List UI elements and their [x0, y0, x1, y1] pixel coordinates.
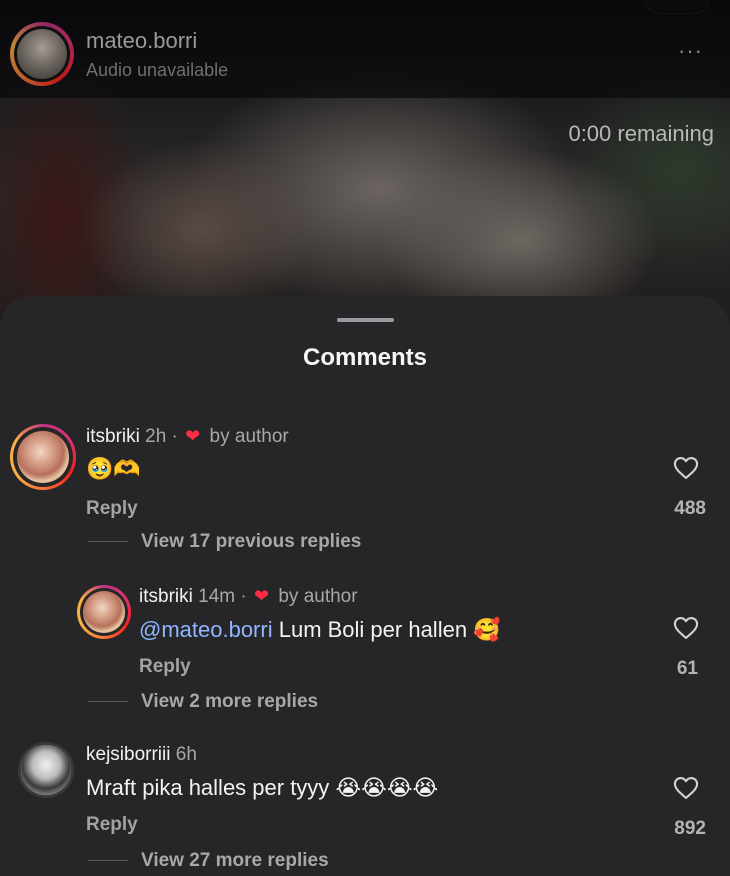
view-replies-button[interactable]: View 2 more replies	[141, 691, 318, 713]
heart-filled-icon: ❤	[253, 586, 270, 606]
comment-text: Mraft pika halles per tyyy 😭😭😭😭	[86, 775, 439, 801]
like-count: 892	[674, 818, 706, 839]
reply-button[interactable]: Reply	[86, 814, 138, 836]
more-icon[interactable]: ···	[678, 38, 703, 64]
comments-sheet: Comments itsbriki 2h · ❤ by author 🥹🫶 Re…	[0, 296, 730, 876]
by-author-badge: by author	[278, 586, 358, 607]
comment-time: 14m	[198, 586, 236, 607]
comment-text: @mateo.borri Lum Boli per hallen 🥰	[139, 617, 501, 643]
sheet-title: Comments	[302, 344, 428, 371]
author-username[interactable]: mateo.borri	[86, 28, 197, 54]
author-avatar[interactable]	[10, 22, 74, 86]
sheet-grabber[interactable]	[337, 318, 394, 322]
comment-meta: kejsiborriii 6h	[86, 744, 197, 766]
view-replies-button[interactable]: View 17 previous replies	[141, 531, 361, 553]
heart-outline-icon[interactable]	[672, 454, 700, 482]
meta-separator: ·	[171, 426, 178, 447]
mention-link[interactable]: @mateo.borri	[139, 617, 273, 642]
view-replies-button[interactable]: View 27 more replies	[141, 850, 329, 872]
like-count: 61	[676, 658, 698, 679]
audio-status[interactable]: Audio unavailable	[86, 60, 228, 81]
heart-filled-icon: ❤	[185, 426, 201, 446]
comment-username[interactable]: kejsiborriii	[86, 744, 170, 765]
heart-outline-icon[interactable]	[672, 774, 700, 802]
comment-text: 🥹🫶	[86, 457, 141, 482]
comment-time: 2h	[145, 426, 167, 447]
comment-meta: itsbriki 14m · ❤ by author	[139, 586, 358, 608]
reply-button[interactable]: Reply	[139, 656, 191, 678]
heart-outline-icon[interactable]	[672, 614, 700, 642]
comment-username[interactable]: itsbriki	[86, 426, 140, 447]
commenter-avatar[interactable]	[10, 424, 76, 490]
like-count: 488	[674, 498, 706, 519]
replies-divider	[88, 541, 128, 542]
commenter-avatar[interactable]	[18, 742, 74, 798]
replies-divider	[88, 701, 128, 702]
post-header: mateo.borri Audio unavailable ···	[0, 0, 730, 98]
reply-button[interactable]: Reply	[86, 498, 138, 520]
comment-meta: itsbriki 2h · ❤ by author	[86, 426, 289, 448]
comment-username[interactable]: itsbriki	[139, 586, 193, 607]
time-remaining: 0:00 remaining	[568, 121, 714, 146]
replies-divider	[88, 860, 128, 861]
by-author-badge: by author	[209, 426, 289, 447]
commenter-avatar[interactable]	[77, 585, 131, 639]
comment-time: 6h	[175, 744, 197, 765]
meta-separator: ·	[240, 586, 247, 607]
